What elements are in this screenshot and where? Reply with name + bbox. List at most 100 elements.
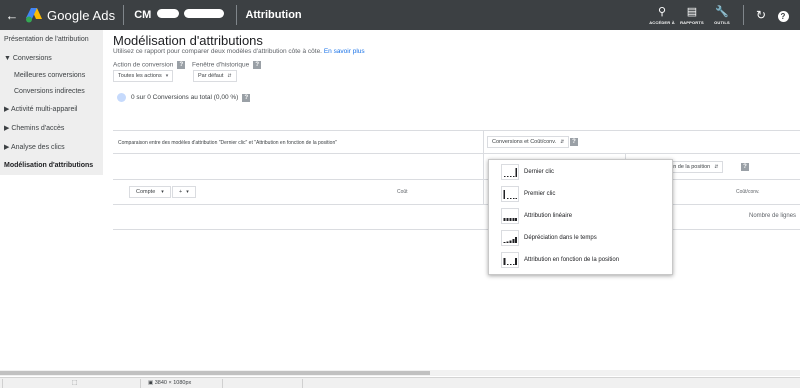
divider (113, 130, 800, 131)
add-button-label: + (179, 189, 183, 195)
history-window-label: Fenêtre d'historique? (192, 61, 262, 69)
menu-item-linear[interactable]: Attribution linéaire (501, 207, 572, 225)
sidebar-item-top-conversions[interactable]: Meilleures conversions (14, 72, 85, 79)
help-icon[interactable]: ? (242, 93, 251, 102)
help-icon[interactable]: ? (570, 138, 578, 146)
help-icon[interactable]: ? (741, 163, 749, 171)
menu-item-label: Attribution en fonction de la position (524, 257, 620, 263)
menu-item-position-based[interactable]: Attribution en fonction de la position (501, 251, 619, 269)
search-label: ACCÉDER À (649, 19, 675, 25)
history-window-value: Par défaut (198, 73, 224, 79)
reports-button[interactable]: ▤ RAPPORTS (677, 6, 707, 25)
sidebar: Présentation de l'attribution ▼ Conversi… (0, 30, 103, 175)
divider (140, 379, 141, 388)
sort-icon: ⇵ (227, 73, 232, 79)
help-icon[interactable]: ? (177, 61, 186, 69)
metric-select-value: Conversions et Coût/conv. (492, 139, 557, 145)
divider (483, 130, 484, 204)
stats-text: 0 sur 0 Conversions au total (0,00 %) (131, 94, 239, 101)
wrench-icon: 🔧 (715, 5, 729, 18)
page-description: Utilisez ce rapport pour comparer deux m… (113, 48, 365, 55)
resolution-icon: ▣ (148, 380, 154, 386)
tools-button[interactable]: 🔧 OUTILS (707, 6, 737, 25)
page-heading: Modélisation d'attributions (113, 33, 263, 48)
chevron-down-icon: ▾ (165, 73, 169, 79)
add-dimension-button[interactable]: + ▾ (172, 186, 196, 198)
divider (123, 5, 125, 25)
divider (113, 204, 800, 205)
sidebar-item-attribution-modeling[interactable]: Modélisation d'attributions (4, 162, 93, 169)
tools-label: OUTILS (714, 19, 730, 25)
column-header-cost-per-conv[interactable]: Coût/conv. (736, 189, 760, 195)
rows-label: Nombre de lignes (749, 213, 797, 219)
history-window-select[interactable]: Par défaut ⇵ (193, 70, 237, 82)
account-selector[interactable]: CM (134, 9, 225, 21)
divider (113, 179, 800, 180)
conversion-stats: 0 sur 0 Conversions au total (0,00 %)? (117, 93, 251, 102)
help-icon[interactable]: ? (772, 8, 794, 22)
sidebar-item-paths[interactable]: ▶ Chemins d'accès (4, 124, 64, 132)
conversion-action-value: Toutes les actions (118, 73, 162, 79)
reports-label: RAPPORTS (680, 19, 704, 25)
google-ads-logo[interactable]: Google Ads (25, 7, 115, 23)
learn-more-link[interactable]: En savoir plus (324, 48, 365, 55)
conversion-action-label: Action de conversion? (113, 61, 186, 69)
help-icon[interactable]: ? (253, 61, 262, 69)
horizontal-scrollbar-thumb[interactable] (0, 371, 430, 375)
column-header-cost[interactable]: Coût (397, 189, 408, 195)
description-text: Utilisez ce rapport pour comparer deux m… (113, 48, 322, 55)
sidebar-item-click-analysis[interactable]: ▶ Analyse des clics (4, 143, 65, 151)
divider (302, 379, 303, 388)
divider (2, 379, 3, 388)
divider (113, 153, 800, 154)
top-actions: ⚲ ACCÉDER À ▤ RAPPORTS 🔧 OUTILS ↻ ? (647, 0, 800, 30)
top-bar: ← Google Ads CM Attribution ⚲ ACCÉDER À … (0, 0, 800, 30)
position-based-icon (501, 252, 519, 268)
refresh-icon[interactable]: ↻ (750, 8, 772, 22)
search-icon: ⚲ (657, 5, 667, 18)
divider (222, 379, 223, 388)
menu-item-label: Dernier clic (524, 169, 555, 175)
account-button-label: Compte (136, 189, 156, 195)
linear-icon (501, 208, 519, 224)
search-button[interactable]: ⚲ ACCÉDER À (647, 6, 677, 25)
status-bar: ⬚ ▣ 3840 × 1080px (0, 377, 800, 388)
account-dimension-button[interactable]: Compte ▾ (129, 186, 171, 198)
google-ads-logo-icon (26, 8, 42, 23)
reports-icon: ▤ (686, 5, 698, 18)
comparison-text: Comparaison entre des modèles d'attribut… (118, 140, 338, 146)
select-icon: ⬚ (72, 380, 78, 386)
menu-item-label: Dépréciation dans le temps (524, 235, 597, 241)
first-click-icon (501, 186, 519, 202)
menu-item-label: Attribution linéaire (524, 213, 573, 219)
stats-dot (117, 93, 126, 102)
divider (743, 5, 744, 25)
account-prefix: CM (134, 9, 152, 21)
sort-icon: ⇵ (560, 139, 565, 145)
page-title: Attribution (245, 9, 302, 21)
last-click-icon (501, 164, 519, 180)
time-decay-icon (501, 230, 519, 246)
metric-select[interactable]: Conversions et Coût/conv. ⇵ (487, 136, 570, 148)
conversion-action-label-text: Action de conversion (113, 61, 174, 69)
sidebar-item-multi-device[interactable]: ▶ Activité multi-appareil (4, 105, 77, 113)
chevron-down-icon: ▾ (186, 189, 189, 195)
redacted-mark (157, 9, 180, 18)
resolution-text: 3840 × 1080px (154, 380, 192, 386)
history-window-label-text: Fenêtre d'historique (192, 61, 250, 69)
menu-item-last-click[interactable]: Dernier clic (501, 163, 554, 181)
conversion-action-select[interactable]: Toutes les actions ▾ (113, 70, 174, 82)
sidebar-item-indirect-conversions[interactable]: Conversions indirectes (14, 88, 85, 95)
status-resolution: ▣ 3840 × 1080px (148, 380, 191, 386)
menu-item-label: Premier clic (524, 191, 556, 197)
chevron-down-icon: ▾ (161, 189, 164, 195)
logo-text: Google Ads (47, 7, 116, 23)
divider (113, 229, 800, 230)
attribution-model-menu: Dernier clic Premier clic Attribution li… (488, 159, 673, 275)
arrow-left-icon[interactable]: ← (3, 8, 21, 23)
sidebar-item-overview[interactable]: Présentation de l'attribution (4, 36, 89, 43)
redacted-mark (184, 9, 225, 18)
menu-item-first-click[interactable]: Premier clic (501, 185, 555, 203)
menu-item-time-decay[interactable]: Dépréciation dans le temps (501, 229, 597, 247)
sidebar-item-conversions[interactable]: ▼ Conversions (4, 55, 52, 62)
